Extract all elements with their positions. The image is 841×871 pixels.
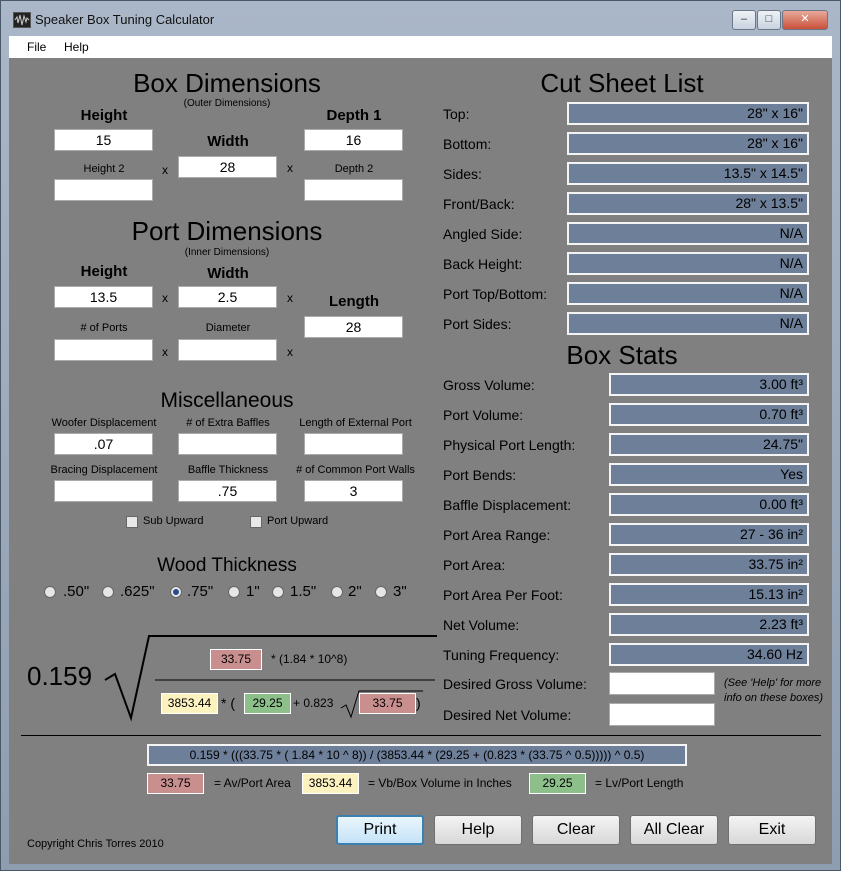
minimize-button[interactable]: – <box>732 10 756 30</box>
legend-av-box: 33.75 <box>147 773 204 794</box>
box-stat-value: 15.13 in² <box>609 583 809 606</box>
box-stat-value: 34.60 Hz <box>609 643 809 666</box>
av-box-sqrt: 33.75 <box>359 693 416 714</box>
star-paren: * ( <box>221 695 235 711</box>
desired-net-label: Desired Net Volume: <box>443 707 572 723</box>
cut-sheet-label: Bottom: <box>443 136 492 152</box>
cut-sheet-heading: Cut Sheet List <box>540 68 704 98</box>
print-button[interactable]: Print <box>336 815 424 845</box>
legend-vb-text: = Vb/Box Volume in Inches <box>368 776 512 790</box>
divider <box>21 735 821 736</box>
box-stat-value: 0.70 ft³ <box>609 403 809 426</box>
cut-sheet-label: Port Top/Bottom: <box>443 286 548 302</box>
maximize-button[interactable]: □ <box>757 10 781 30</box>
title-bar[interactable]: Speaker Box Tuning Calculator – □ ✕ <box>7 5 836 33</box>
numerator-tail: * (1.84 * 10^8) <box>271 652 348 666</box>
clear-button[interactable]: Clear <box>532 815 620 845</box>
help-button[interactable]: Help <box>434 815 522 845</box>
box-stat-value: 27 - 36 in² <box>609 523 809 546</box>
all-clear-button[interactable]: All Clear <box>630 815 718 845</box>
copyright: Copyright Chris Torres 2010 <box>27 838 164 850</box>
menu-help[interactable]: Help <box>64 40 89 54</box>
desired-gross-input[interactable] <box>609 672 715 695</box>
cut-sheet-label: Port Sides: <box>443 316 512 332</box>
cut-sheet-value: N/A <box>567 312 809 335</box>
box-stat-label: Port Area: <box>443 557 506 573</box>
legend-vb-box: 3853.44 <box>302 773 359 794</box>
desired-gross-label: Desired Gross Volume: <box>443 676 587 692</box>
box-stat-label: Port Area Per Foot: <box>443 587 563 603</box>
formula-radical-lines <box>104 635 437 722</box>
app-window: Speaker Box Tuning Calculator – □ ✕ File… <box>0 0 841 871</box>
close-button[interactable]: ✕ <box>782 10 828 30</box>
box-stat-label: Baffle Displacement: <box>443 497 572 513</box>
desired-net-input[interactable] <box>609 703 715 726</box>
cut-sheet-value: 28" x 16" <box>567 132 809 155</box>
app-icon <box>13 12 31 28</box>
cut-sheet-value: 28" x 13.5" <box>567 192 809 215</box>
main-panel: Box Dimensions (Outer Dimensions) Height… <box>9 58 832 864</box>
cut-sheet-value: N/A <box>567 252 809 275</box>
cut-sheet-label: Angled Side: <box>443 226 523 242</box>
window-title: Speaker Box Tuning Calculator <box>35 12 215 27</box>
box-stat-value: 2.23 ft³ <box>609 613 809 636</box>
cut-sheet-label: Top: <box>443 106 470 122</box>
box-stat-value: Yes <box>609 463 809 486</box>
vb-box: 3853.44 <box>161 693 218 714</box>
legend-av-text: = Av/Port Area <box>214 776 291 790</box>
legend-lv-text: = Lv/Port Length <box>595 776 684 790</box>
box-stat-value: 3.00 ft³ <box>609 373 809 396</box>
exit-button[interactable]: Exit <box>728 815 816 845</box>
cut-sheet-value: N/A <box>567 222 809 245</box>
box-stat-label: Net Volume: <box>443 617 520 633</box>
legend-lv-box: 29.25 <box>529 773 586 794</box>
cut-sheet-label: Back Height: <box>443 256 523 272</box>
box-stat-label: Physical Port Length: <box>443 437 576 453</box>
lv-box: 29.25 <box>244 693 291 714</box>
menu-file[interactable]: File <box>27 40 46 54</box>
box-stat-label: Port Volume: <box>443 407 524 423</box>
menu-bar: File Help <box>9 36 832 59</box>
av-box: 33.75 <box>210 649 262 670</box>
box-stat-label: Gross Volume: <box>443 377 535 393</box>
cut-sheet-label: Front/Back: <box>443 196 515 212</box>
box-stats-heading: Box Stats <box>566 340 678 370</box>
box-stat-value: 33.75 in² <box>609 553 809 576</box>
plus-const: + 0.823 <box>293 696 334 710</box>
box-stat-label: Tuning Frequency: <box>443 647 560 663</box>
help-note: (See 'Help' for more info on these boxes… <box>724 677 824 704</box>
box-stat-value: 0.00 ft³ <box>609 493 809 516</box>
cut-sheet-value: 28" x 16" <box>567 102 809 125</box>
box-stat-value: 24.75" <box>609 433 809 456</box>
cut-sheet-value: N/A <box>567 282 809 305</box>
close-paren: ) <box>416 695 421 711</box>
full-formula-box: 0.159 * (((33.75 * ( 1.84 * 10 ^ 8)) / (… <box>147 744 687 766</box>
box-stat-label: Port Area Range: <box>443 527 551 543</box>
box-stat-label: Port Bends: <box>443 467 517 483</box>
cut-sheet-label: Sides: <box>443 166 482 182</box>
cut-sheet-value: 13.5" x 14.5" <box>567 162 809 185</box>
